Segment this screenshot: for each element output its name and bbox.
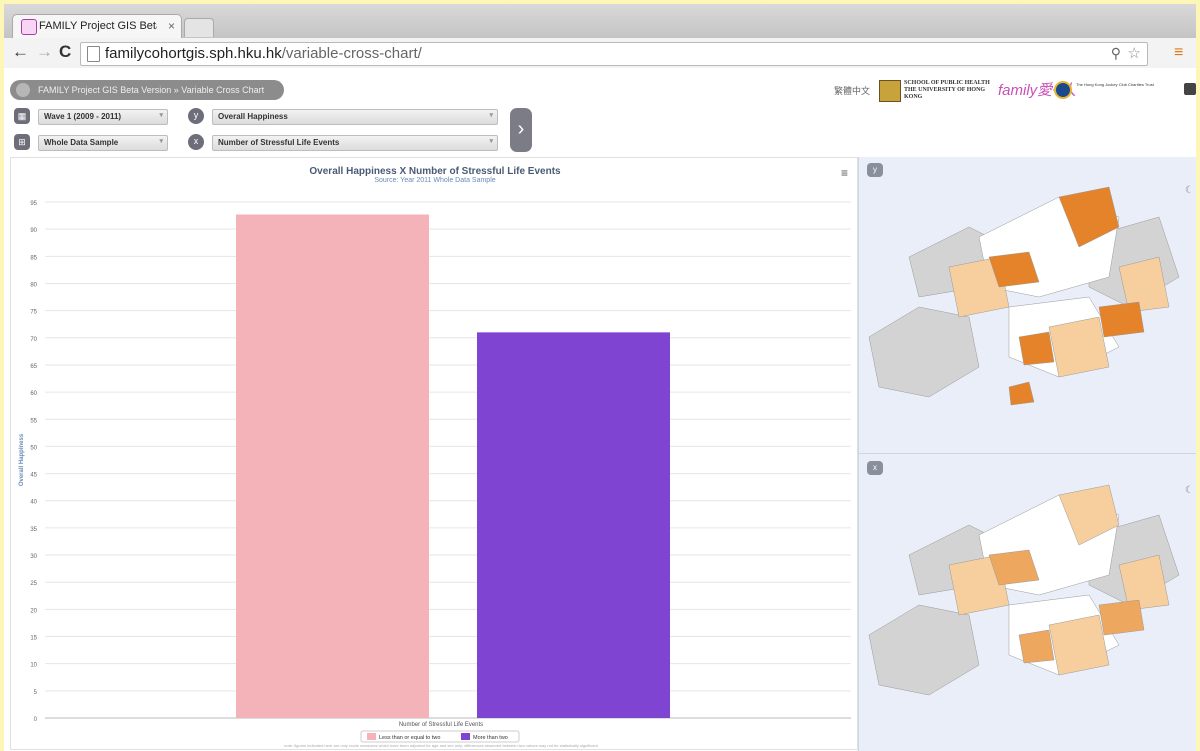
- y-tick-label: 20: [30, 608, 37, 614]
- extra-logo-icon[interactable]: [1184, 83, 1196, 95]
- y-axis-title: Overall Happiness: [19, 433, 25, 486]
- y-tick-label: 30: [30, 554, 37, 560]
- chart-note: note: figures indicated here are only cr…: [284, 743, 599, 748]
- y-tick-label: 50: [30, 445, 37, 451]
- legend-swatch: [461, 733, 470, 740]
- chart-panel: Overall Happiness X Number of Stressful …: [10, 157, 858, 750]
- wave-select[interactable]: Wave 1 (2009 - 2011) ▾: [38, 109, 168, 125]
- browser-tab[interactable]: FAMILY Project GIS Beta Ve ×: [12, 14, 182, 39]
- bar-1[interactable]: [236, 214, 429, 719]
- browser-window: FAMILY Project GIS Beta Ve × ← → C famil…: [4, 4, 1196, 751]
- generate-chart-button[interactable]: ›: [510, 108, 532, 152]
- y-tick-label: 45: [30, 473, 37, 479]
- hku-crest-icon[interactable]: [879, 80, 901, 102]
- x-axis-title: Number of Stressful Life Events: [399, 722, 483, 728]
- map-y[interactable]: [859, 157, 1196, 453]
- hku-logo-text: SCHOOL OF PUBLIC HEALTH THE UNIVERSITY O…: [904, 80, 990, 100]
- y-tick-label: 85: [30, 255, 37, 261]
- y-tick-label: 35: [30, 527, 37, 533]
- y-tick-label: 5: [34, 690, 38, 696]
- chevron-down-icon: ▾: [159, 138, 163, 145]
- back-arrow-icon[interactable]: ←: [12, 43, 29, 61]
- y-tick-label: 95: [30, 201, 37, 207]
- language-link[interactable]: 繁體中文: [834, 84, 870, 97]
- x-variable-value: Number of Stressful Life Events: [218, 138, 340, 147]
- page-content: FAMILY Project GIS Beta Version » Variab…: [4, 68, 1196, 751]
- breadcrumb-text: FAMILY Project GIS Beta Version » Variab…: [38, 85, 265, 95]
- nav-bar: ← → C familycohortgis.sph.hku.hk/variabl…: [4, 38, 1196, 69]
- tab-bar: FAMILY Project GIS Beta Ve ×: [4, 4, 1196, 39]
- y-axis-badge: y: [188, 108, 204, 124]
- family-logo-icon: [16, 83, 30, 97]
- y-tick-label: 10: [30, 663, 37, 669]
- bar-2[interactable]: [477, 332, 670, 718]
- family-favicon-icon: [21, 19, 37, 35]
- sample-select[interactable]: Whole Data Sample ▾: [38, 135, 168, 151]
- calendar-icon: ▦: [14, 108, 30, 124]
- y-tick-label: 65: [30, 364, 37, 370]
- url-path: /variable-cross-chart/: [281, 45, 422, 62]
- y-variable-select[interactable]: Overall Happiness ▾: [212, 109, 498, 125]
- browser-menu-icon[interactable]: ≡: [1174, 44, 1183, 62]
- map-x[interactable]: [859, 455, 1196, 751]
- y-variable-value: Overall Happiness: [218, 112, 288, 121]
- page-icon: [87, 46, 100, 62]
- zoom-icon[interactable]: ⚲: [1111, 45, 1121, 62]
- url-text: familycohortgis.sph.hku.hk/variable-cros…: [105, 45, 422, 62]
- map-panel: y ☾ x ☾: [858, 157, 1196, 751]
- tab-title: FAMILY Project GIS Beta Ve: [39, 20, 157, 32]
- new-tab-button[interactable]: [184, 18, 214, 37]
- legend-swatch: [367, 733, 376, 740]
- url-host: familycohortgis.sph.hku.hk: [105, 45, 282, 62]
- wave-select-value: Wave 1 (2009 - 2011): [44, 112, 122, 121]
- x-variable-select[interactable]: Number of Stressful Life Events ▾: [212, 135, 498, 151]
- sample-grid-icon: ⊞: [14, 134, 30, 150]
- legend-label: More than two: [473, 735, 508, 741]
- y-tick-label: 15: [30, 636, 37, 642]
- forward-arrow-icon[interactable]: →: [36, 43, 53, 61]
- jockey-club-logo-text: The Hong Kong Jockey Club Charities Trus…: [1076, 82, 1154, 87]
- legend-label: Less than or equal to two: [379, 735, 440, 741]
- y-tick-label: 0: [34, 717, 38, 723]
- y-tick-label: 55: [30, 418, 37, 424]
- reload-icon[interactable]: C: [59, 43, 71, 61]
- map-divider: [859, 453, 1196, 454]
- chevron-down-icon: ▾: [159, 112, 163, 119]
- y-tick-label: 75: [30, 310, 37, 316]
- chevron-down-icon: ▾: [489, 138, 493, 145]
- bar-chart: 0 5 10 15 20 25 30 35 40 45 50 55 60 65 70 75 80 85 90 95 Nu…: [19, 201, 851, 748]
- bookmark-star-icon[interactable]: ☆: [1128, 44, 1141, 62]
- tab-close-icon[interactable]: ×: [168, 19, 175, 33]
- chevron-down-icon: ▾: [489, 112, 493, 119]
- sample-select-value: Whole Data Sample: [44, 138, 119, 147]
- y-tick-label: 90: [30, 228, 37, 234]
- y-tick-label: 40: [30, 500, 37, 506]
- breadcrumb[interactable]: FAMILY Project GIS Beta Version » Variab…: [10, 80, 284, 100]
- jockey-club-logo-icon[interactable]: [1054, 81, 1072, 99]
- y-tick-label: 60: [30, 391, 37, 397]
- y-tick-label: 25: [30, 581, 37, 587]
- x-axis-badge: x: [188, 134, 204, 150]
- address-bar[interactable]: familycohortgis.sph.hku.hk/variable-cros…: [80, 42, 1148, 66]
- y-tick-label: 80: [30, 282, 37, 288]
- y-tick-label: 70: [30, 337, 37, 343]
